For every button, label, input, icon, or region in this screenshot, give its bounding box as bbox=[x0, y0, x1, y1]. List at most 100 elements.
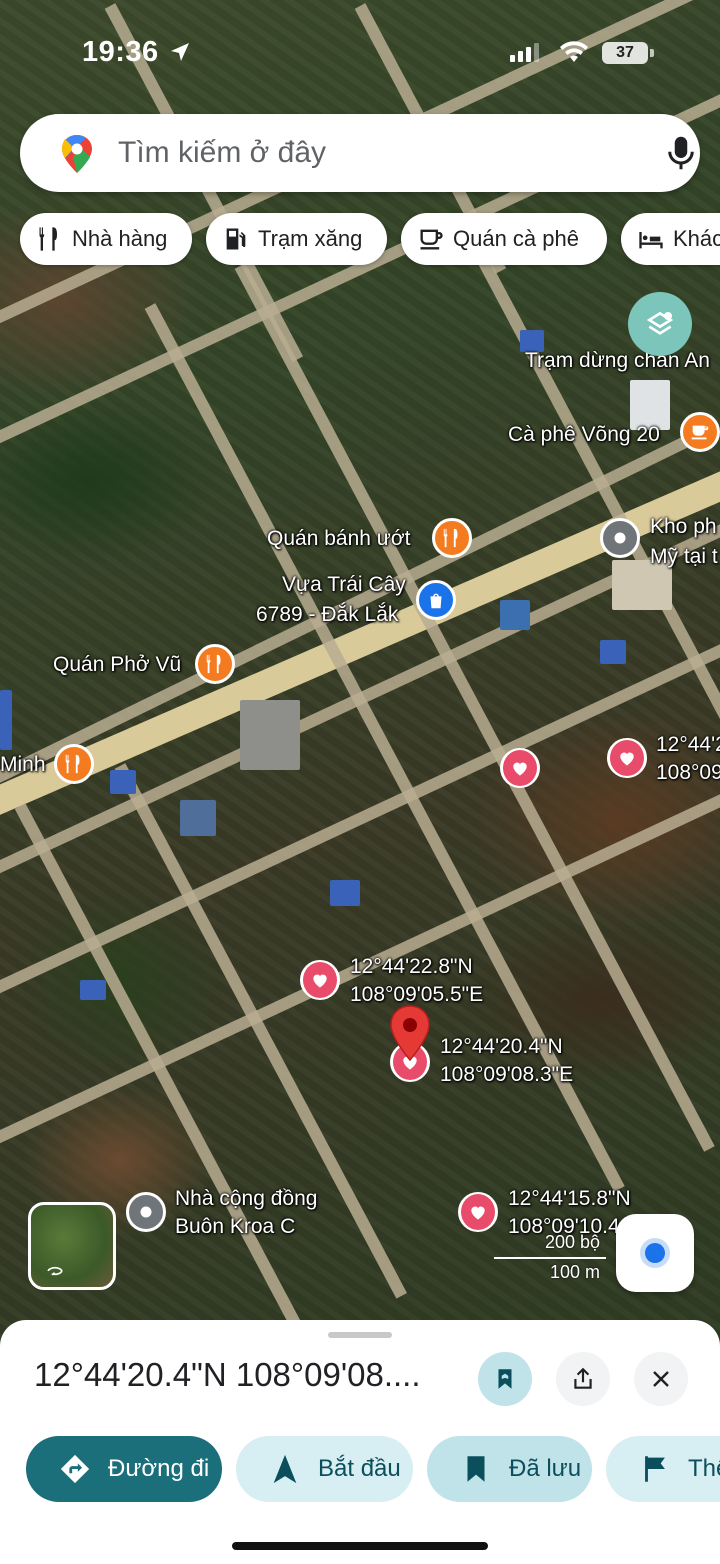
shop-pin[interactable] bbox=[416, 580, 456, 620]
my-location-button[interactable] bbox=[616, 1214, 694, 1292]
poi-label[interactable]: Nhà cộng đồng bbox=[175, 1186, 317, 1212]
building bbox=[240, 700, 300, 770]
location-dot-icon bbox=[140, 1206, 152, 1218]
close-button[interactable] bbox=[634, 1352, 688, 1406]
place-pin[interactable] bbox=[600, 518, 640, 558]
bookmark-icon bbox=[467, 1456, 485, 1482]
coffee-pin[interactable] bbox=[680, 412, 720, 452]
chip-gas-stations[interactable]: Trạm xăng bbox=[206, 213, 387, 265]
layers-icon bbox=[646, 311, 674, 335]
scale-bar bbox=[494, 1257, 606, 1259]
saved-coord-label[interactable]: 12°44'22.8"N bbox=[350, 954, 473, 980]
chip-restaurants[interactable]: Nhà hàng bbox=[20, 213, 192, 265]
status-bar: 19:36 37 bbox=[0, 34, 720, 74]
google-maps-logo-icon bbox=[62, 135, 92, 173]
place-title: 12°44'20.4"N 108°09'08.... bbox=[34, 1356, 421, 1393]
scale-metric: 100 m bbox=[549, 1262, 600, 1282]
poi-label[interactable]: Minh bbox=[0, 752, 46, 778]
saved-place-pin[interactable] bbox=[607, 738, 647, 778]
hotel-icon bbox=[639, 232, 663, 249]
chip-hotels[interactable]: Khách sạn bbox=[621, 213, 720, 265]
place-pin[interactable] bbox=[126, 1192, 166, 1232]
action-label: Đã lưu bbox=[509, 1455, 582, 1482]
battery-tip bbox=[650, 49, 654, 57]
restaurant-pin[interactable] bbox=[54, 744, 94, 784]
sheet-drag-handle[interactable] bbox=[328, 1332, 392, 1338]
building bbox=[500, 600, 530, 630]
saved-place-pin[interactable] bbox=[500, 748, 540, 788]
close-icon bbox=[653, 1371, 669, 1387]
shopping-bag-icon bbox=[430, 593, 442, 609]
flag-icon bbox=[645, 1456, 665, 1482]
selected-coord-label[interactable]: 12°44'20.4"N bbox=[440, 1034, 563, 1060]
coffee-icon bbox=[691, 425, 709, 440]
share-icon bbox=[574, 1367, 592, 1389]
building bbox=[80, 980, 106, 1000]
restaurant-pin[interactable] bbox=[195, 644, 235, 684]
action-label: Thêm bbox=[688, 1455, 720, 1482]
start-button[interactable]: Bắt đầu bbox=[236, 1436, 413, 1502]
restaurant-icon bbox=[206, 654, 221, 674]
saved-coord-label[interactable]: 12°44'2 bbox=[656, 732, 720, 758]
microphone-icon[interactable] bbox=[666, 134, 696, 172]
chip-label: Khách sạn bbox=[673, 226, 720, 251]
layers-button[interactable] bbox=[628, 292, 692, 356]
saved-place-pin[interactable] bbox=[300, 960, 340, 1000]
poi-label[interactable]: Quán bánh ướt bbox=[267, 526, 410, 552]
heart-icon bbox=[313, 974, 327, 988]
navigation-icon bbox=[273, 1454, 297, 1484]
building bbox=[330, 880, 360, 906]
restaurant-icon bbox=[39, 227, 57, 251]
chip-coffee[interactable]: Quán cà phê bbox=[401, 213, 607, 265]
poi-label[interactable]: Trạm dừng chân An bbox=[525, 348, 710, 374]
poi-label[interactable]: Mỹ tại t bbox=[650, 544, 718, 570]
more-button[interactable]: Thêm bbox=[606, 1436, 720, 1502]
building bbox=[110, 770, 136, 794]
cellular-signal-icon bbox=[510, 42, 539, 62]
scale-imperial: 200 bộ bbox=[544, 1232, 600, 1252]
gas-station-icon bbox=[226, 228, 246, 250]
poi-label[interactable]: Quán Phở Vũ bbox=[53, 652, 181, 678]
saved-bookmark-button[interactable] bbox=[478, 1352, 532, 1406]
satellite-map[interactable]: Trạm dừng chân An Cà phê Võng 20 Kho ph … bbox=[0, 0, 720, 1340]
building bbox=[180, 800, 216, 836]
status-time: 19:36 bbox=[82, 36, 159, 68]
restaurant-pin[interactable] bbox=[432, 518, 472, 558]
place-bottom-sheet[interactable]: 12°44'20.4"N 108°09'08.... Đường đi Bắt … bbox=[0, 1320, 720, 1564]
chip-label: Quán cà phê bbox=[453, 226, 579, 251]
map-scale: 200 bộ 100 m bbox=[494, 1232, 606, 1282]
saved-coord-label[interactable]: 108°09 bbox=[656, 760, 720, 786]
directions-button[interactable]: Đường đi bbox=[26, 1436, 222, 1502]
poi-label[interactable]: Kho ph bbox=[650, 514, 717, 540]
rotate-360-icon bbox=[47, 1266, 63, 1276]
building bbox=[600, 640, 626, 664]
battery-icon: 37 bbox=[602, 42, 648, 64]
poi-label[interactable]: Buôn Kroa C bbox=[175, 1214, 295, 1240]
location-dot-icon bbox=[614, 532, 626, 544]
saved-button[interactable]: Đã lưu bbox=[427, 1436, 592, 1502]
share-button[interactable] bbox=[556, 1352, 610, 1406]
poi-label[interactable]: Vựa Trái Cây bbox=[282, 572, 406, 598]
poi-label[interactable]: Cà phê Võng 20 bbox=[508, 422, 660, 448]
saved-place-pin[interactable] bbox=[458, 1192, 498, 1232]
home-indicator bbox=[232, 1542, 488, 1550]
restaurant-icon bbox=[65, 754, 80, 774]
street-view-thumbnail[interactable] bbox=[28, 1202, 116, 1290]
search-input[interactable]: Tìm kiếm ở đây bbox=[118, 136, 326, 170]
heart-icon bbox=[513, 762, 527, 776]
action-label: Đường đi bbox=[108, 1455, 210, 1482]
location-arrow-icon bbox=[171, 43, 189, 61]
search-bar[interactable]: Tìm kiếm ở đây bbox=[20, 114, 700, 192]
restaurant-icon bbox=[443, 528, 458, 548]
saved-coord-label[interactable]: 12°44'15.8"N bbox=[508, 1186, 631, 1212]
my-location-icon bbox=[645, 1243, 665, 1263]
action-label: Bắt đầu bbox=[318, 1455, 401, 1482]
selected-location-pin-icon[interactable] bbox=[388, 1004, 432, 1062]
wifi-icon bbox=[560, 41, 588, 62]
chip-label: Nhà hàng bbox=[72, 226, 168, 251]
building bbox=[0, 690, 12, 750]
selected-coord-label[interactable]: 108°09'08.3"E bbox=[440, 1062, 573, 1088]
bookmark-icon bbox=[498, 1369, 512, 1389]
poi-label[interactable]: 6789 - Đắk Lắk bbox=[256, 602, 398, 628]
coffee-icon bbox=[420, 229, 443, 250]
